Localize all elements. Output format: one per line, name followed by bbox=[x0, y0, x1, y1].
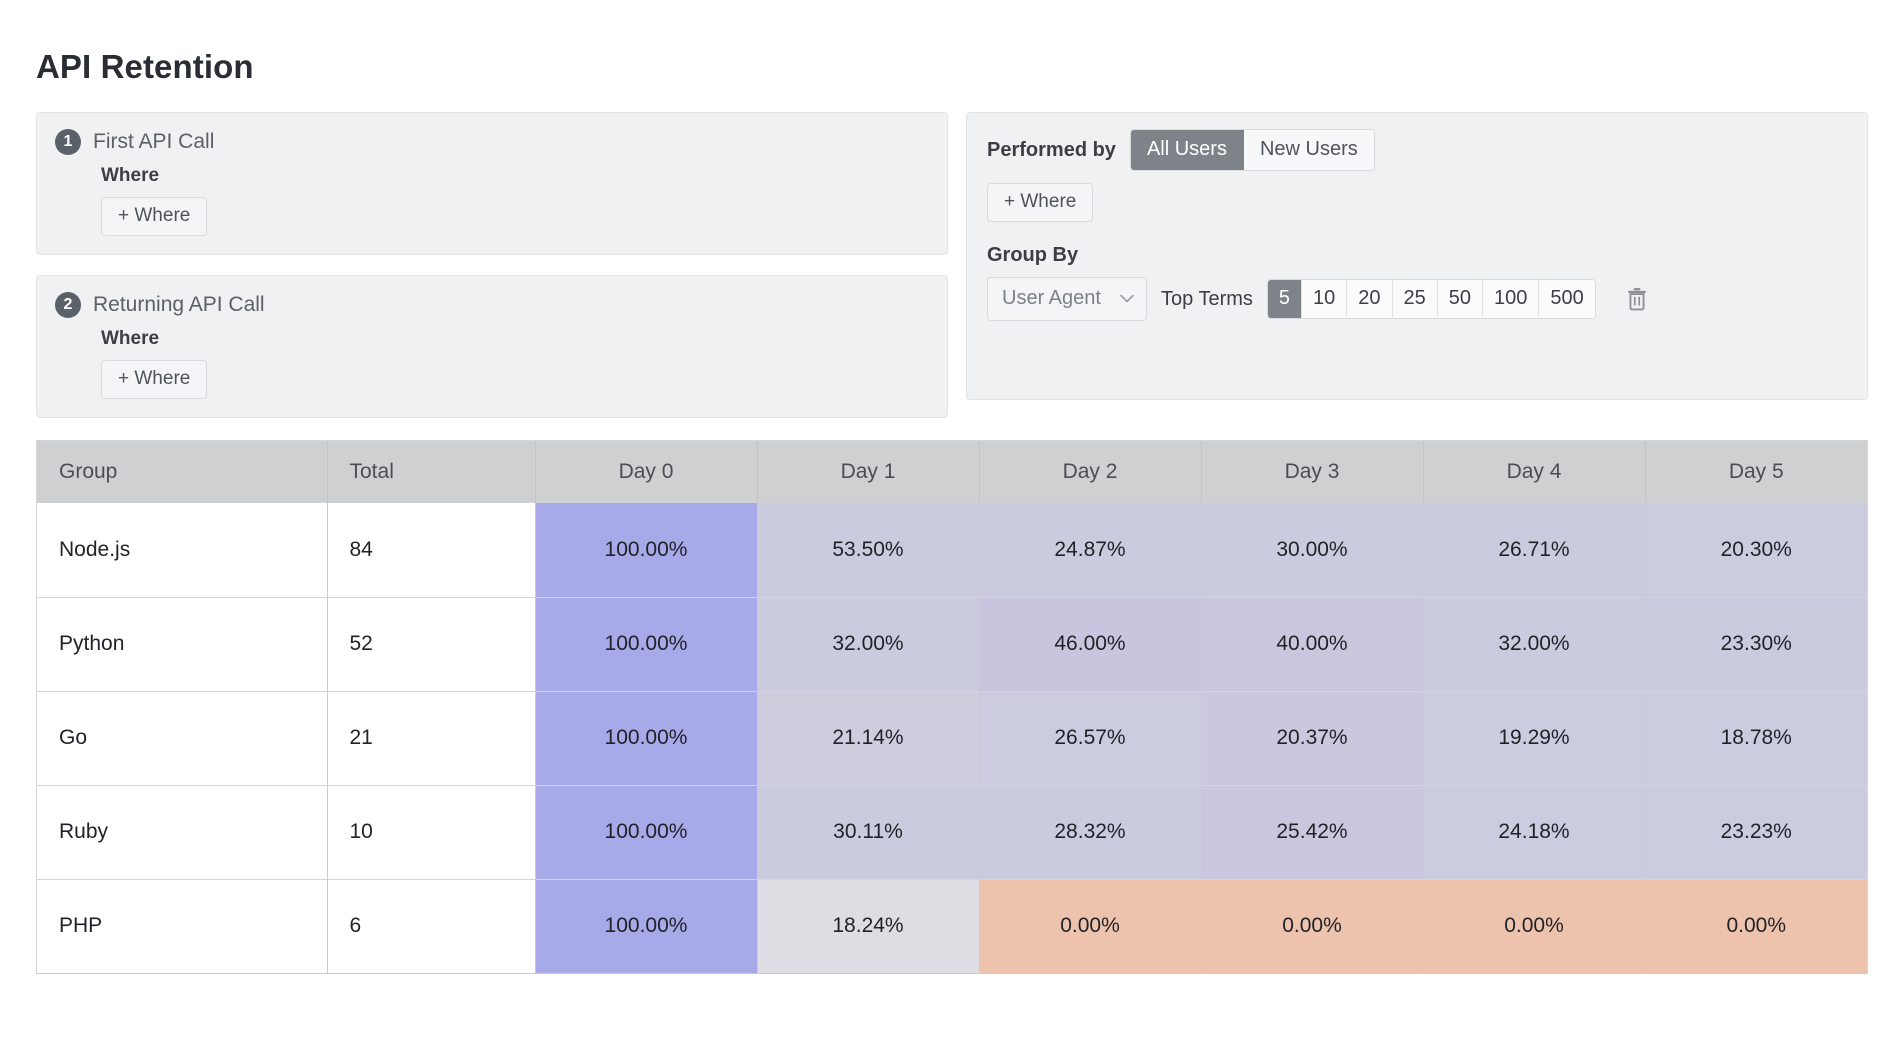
cell-day-4: 0.00% bbox=[1423, 878, 1646, 973]
audience-toggle-group[interactable]: All Users New Users bbox=[1129, 129, 1375, 171]
audience-option-new-users[interactable]: New Users bbox=[1243, 130, 1374, 170]
where-label: Where bbox=[101, 165, 160, 186]
cell-total: 6 bbox=[327, 878, 536, 973]
cell-day-3: 30.00% bbox=[1201, 503, 1424, 597]
step-title[interactable]: Returning API Call bbox=[93, 293, 265, 317]
retention-table: Group Total Day 0 Day 1 Day 2 Day 3 Day … bbox=[37, 441, 1867, 973]
cell-day-1: 21.14% bbox=[757, 690, 980, 785]
cell-total: 52 bbox=[327, 596, 536, 691]
table-header: Group Total Day 0 Day 1 Day 2 Day 3 Day … bbox=[37, 441, 1867, 503]
group-by-row: User Agent Top Terms 5 10 20 25 50 100 5… bbox=[987, 277, 1847, 321]
cell-group: Python bbox=[37, 596, 328, 691]
query-builder-panels: 1 First API Call Where + Where 2 Returni… bbox=[36, 112, 1868, 418]
table-row: Go 21 100.00% 21.14% 26.57% 20.37% 19.29% 18.78… bbox=[37, 690, 1867, 785]
cell-day-2: 28.32% bbox=[979, 784, 1202, 879]
step-header: 2 Returning API Call bbox=[55, 292, 929, 318]
table-row: Node.js 84 100.00% 53.50% 24.87% 30.00% 26.71%… bbox=[37, 503, 1867, 597]
table-row: PHP 6 100.00% 18.24% 0.00% 0.00% 0.00% 0.00% bbox=[37, 878, 1867, 973]
add-where-button[interactable]: + Where bbox=[101, 197, 208, 236]
cell-day-5: 18.78% bbox=[1645, 690, 1867, 785]
cell-day-5: 20.30% bbox=[1645, 503, 1867, 597]
retention-table-container: Group Total Day 0 Day 1 Day 2 Day 3 Day … bbox=[36, 440, 1868, 974]
cell-day-1: 18.24% bbox=[757, 878, 980, 973]
table-header-row: Group Total Day 0 Day 1 Day 2 Day 3 Day … bbox=[37, 441, 1867, 503]
cell-day-3: 40.00% bbox=[1201, 596, 1424, 691]
cell-day-0: 100.00% bbox=[535, 503, 758, 597]
column-header-day-4[interactable]: Day 4 bbox=[1423, 441, 1646, 503]
table-row: Ruby 10 100.00% 30.11% 28.32% 25.42% 24.18% 23.… bbox=[37, 784, 1867, 879]
cell-day-5: 0.00% bbox=[1645, 878, 1867, 973]
cell-day-5: 23.23% bbox=[1645, 784, 1867, 879]
group-by-label: Group By bbox=[987, 244, 1079, 266]
where-label: Where bbox=[101, 328, 160, 349]
cell-day-5: 23.30% bbox=[1645, 596, 1867, 691]
cell-day-4: 24.18% bbox=[1423, 784, 1646, 879]
cell-day-4: 19.29% bbox=[1423, 690, 1646, 785]
group-by-field-select[interactable]: User Agent bbox=[987, 277, 1147, 321]
cell-group: Node.js bbox=[37, 503, 328, 597]
cell-day-3: 0.00% bbox=[1201, 878, 1424, 973]
cell-day-3: 25.42% bbox=[1201, 784, 1424, 879]
column-header-group[interactable]: Group bbox=[37, 441, 328, 503]
config-card: Performed by All Users New Users + Where… bbox=[966, 112, 1868, 400]
step-number-badge: 2 bbox=[55, 292, 81, 318]
column-header-day-5[interactable]: Day 5 bbox=[1645, 441, 1867, 503]
cell-day-1: 32.00% bbox=[757, 596, 980, 691]
column-header-total[interactable]: Total bbox=[327, 441, 536, 503]
trash-icon[interactable] bbox=[1624, 285, 1650, 313]
cell-day-4: 26.71% bbox=[1423, 503, 1646, 597]
top-terms-option-500[interactable]: 500 bbox=[1539, 280, 1595, 318]
cell-day-0: 100.00% bbox=[535, 690, 758, 785]
top-terms-option-100[interactable]: 100 bbox=[1483, 280, 1540, 318]
cell-day-2: 0.00% bbox=[979, 878, 1202, 973]
top-terms-option-20[interactable]: 20 bbox=[1347, 280, 1393, 318]
top-terms-option-5[interactable]: 5 bbox=[1267, 280, 1303, 318]
cell-group: Go bbox=[37, 690, 328, 785]
cell-total: 10 bbox=[327, 784, 536, 879]
cell-total: 21 bbox=[327, 690, 536, 785]
cell-day-2: 26.57% bbox=[979, 690, 1202, 785]
step-card-returning-api-call[interactable]: 2 Returning API Call Where + Where bbox=[36, 275, 948, 418]
step-card-first-api-call[interactable]: 1 First API Call Where + Where bbox=[36, 112, 948, 255]
top-terms-option-10[interactable]: 10 bbox=[1302, 280, 1348, 318]
audience-option-all-users[interactable]: All Users bbox=[1130, 130, 1244, 170]
top-terms-label: Top Terms bbox=[1161, 287, 1253, 310]
retention-page: API Retention 1 First API Call Where + W… bbox=[0, 0, 1904, 1042]
cell-day-0: 100.00% bbox=[535, 596, 758, 691]
cell-day-1: 30.11% bbox=[757, 784, 980, 879]
column-header-day-0[interactable]: Day 0 bbox=[535, 441, 758, 503]
add-where-button[interactable]: + Where bbox=[101, 360, 208, 399]
table-row: Python 52 100.00% 32.00% 46.00% 40.00% 32.00% 2… bbox=[37, 596, 1867, 691]
config-add-where-button[interactable]: + Where bbox=[987, 183, 1094, 222]
page-title: API Retention bbox=[36, 48, 254, 85]
cell-day-4: 32.00% bbox=[1423, 596, 1646, 691]
step-header: 1 First API Call bbox=[55, 129, 929, 155]
group-by-field-value: User Agent bbox=[1002, 287, 1101, 309]
cell-group: PHP bbox=[37, 878, 328, 973]
column-header-day-3[interactable]: Day 3 bbox=[1201, 441, 1424, 503]
cell-day-3: 20.37% bbox=[1201, 690, 1424, 785]
step-number-badge: 1 bbox=[55, 129, 81, 155]
chevron-down-icon bbox=[1120, 294, 1134, 303]
cell-day-2: 24.87% bbox=[979, 503, 1202, 597]
performed-by-label: Performed by bbox=[987, 138, 1116, 161]
top-terms-options-group[interactable]: 5 10 20 25 50 100 500 bbox=[1266, 279, 1596, 319]
cell-day-1: 53.50% bbox=[757, 503, 980, 597]
cell-day-0: 100.00% bbox=[535, 878, 758, 973]
column-header-day-2[interactable]: Day 2 bbox=[979, 441, 1202, 503]
step-title[interactable]: First API Call bbox=[93, 130, 214, 154]
performed-by-row: Performed by All Users New Users bbox=[987, 129, 1847, 171]
config-column: Performed by All Users New Users + Where… bbox=[966, 112, 1868, 400]
steps-column: 1 First API Call Where + Where 2 Returni… bbox=[36, 112, 948, 418]
cell-total: 84 bbox=[327, 503, 536, 597]
top-terms-option-25[interactable]: 25 bbox=[1392, 280, 1438, 318]
cell-day-0: 100.00% bbox=[535, 784, 758, 879]
top-terms-option-50[interactable]: 50 bbox=[1437, 280, 1484, 318]
cell-day-2: 46.00% bbox=[979, 596, 1202, 691]
column-header-day-1[interactable]: Day 1 bbox=[757, 441, 980, 503]
table-body: Node.js 84 100.00% 53.50% 24.87% 30.00% 26.71%… bbox=[37, 503, 1867, 973]
cell-group: Ruby bbox=[37, 784, 328, 879]
